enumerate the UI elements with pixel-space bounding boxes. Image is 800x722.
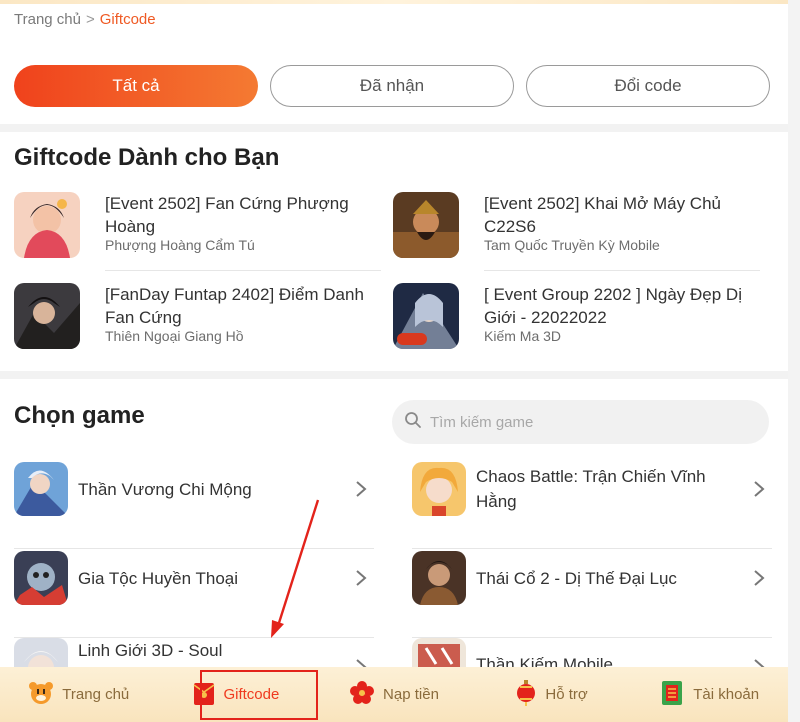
chevron-right-icon: [746, 654, 772, 667]
nav-giftcode-label: Giftcode: [223, 686, 280, 703]
tab-redeem-code[interactable]: Đổi code: [526, 65, 770, 107]
section-divider: [0, 124, 788, 132]
breadcrumb: Trang chủ > Giftcode: [14, 11, 156, 28]
game-name: Thái Cổ 2 - Dị Thế Đại Lục: [476, 568, 677, 588]
account-card-icon: [659, 680, 685, 710]
game-thumb-than-kiem: [412, 638, 466, 667]
tab-received[interactable]: Đã nhận: [270, 65, 514, 107]
game-list-item[interactable]: Linh Giới 3D - Soul: [14, 638, 374, 667]
game-thumb-kiem-ma: [393, 283, 459, 349]
giftcode-page: Trang chủ > Giftcode Tất cả Đã nhận Đổi co…: [0, 0, 788, 722]
game-name: Gia Tộc Huyền Thoại: [78, 568, 239, 588]
chevron-right-icon: [746, 476, 772, 502]
giftcode-game-name: Kiếm Ma 3D: [484, 328, 562, 344]
item-divider: [14, 548, 374, 549]
nav-support-label: Hỗ trợ: [545, 686, 588, 703]
flower-icon: [349, 680, 375, 710]
game-thumb-phuong-hoang: [14, 192, 80, 258]
game-name: Thần Vương Chi Mộng: [78, 479, 252, 499]
section-divider: [0, 371, 788, 379]
chevron-right-icon: [348, 565, 374, 591]
giftcode-game-name: Thiên Ngoại Giang Hồ: [105, 328, 244, 344]
item-divider: [105, 270, 381, 271]
tab-all[interactable]: Tất cả: [14, 65, 258, 107]
nav-support[interactable]: Hỗ trợ: [473, 667, 631, 722]
item-divider: [484, 270, 760, 271]
giftcode-item[interactable]: [Event 2502] Fan Cứng Phượng Hoàng Phượn…: [14, 192, 384, 282]
game-list-item[interactable]: Thần Kiếm Mobile: [412, 638, 772, 667]
tiger-icon: [28, 681, 54, 709]
nav-topup-label: Nạp tiền: [383, 686, 439, 703]
item-divider: [412, 548, 772, 549]
game-thumb-tam-quoc: [393, 192, 459, 258]
nav-home-label: Trang chủ: [62, 686, 130, 703]
search-icon: [404, 411, 422, 434]
breadcrumb-home-link[interactable]: Trang chủ: [14, 11, 81, 28]
nav-account[interactable]: Tài khoản: [630, 667, 788, 722]
giftcode-game-name: Tam Quốc Truyền Kỳ Mobile: [484, 237, 660, 253]
giftcode-game-name: Phượng Hoàng Cẩm Tú: [105, 237, 255, 253]
game-thumb-thai-co: [412, 551, 466, 605]
giftcode-tabs: Tất cả Đã nhận Đổi code: [14, 65, 770, 107]
giftcode-item[interactable]: [FanDay Funtap 2402] Điểm Danh Fan Cứng …: [14, 283, 384, 373]
breadcrumb-separator: >: [85, 11, 95, 28]
giftcode-section-title: Giftcode Dành cho Bạn: [14, 144, 280, 171]
game-thumb-than-vuong: [14, 462, 68, 516]
nav-account-label: Tài khoản: [693, 686, 760, 703]
game-thumb-chaos-battle: [412, 462, 466, 516]
giftcode-title: [ Event Group 2202 ] Ngày Đẹp Dị Giới - …: [484, 285, 742, 327]
giftcode-title: [Event 2502] Khai Mở Máy Chủ C22S6: [484, 194, 721, 236]
game-name: Chaos Battle: Trận Chiến Vĩnh Hằng: [476, 467, 706, 511]
lantern-icon: [515, 679, 537, 710]
red-envelope-icon: [193, 680, 215, 710]
game-name: Thần Kiếm Mobile: [476, 655, 614, 667]
nav-home[interactable]: Trang chủ: [0, 667, 158, 722]
game-list-item[interactable]: Gia Tộc Huyền Thoại: [14, 551, 374, 638]
giftcode-item[interactable]: [ Event Group 2202 ] Ngày Đẹp Dị Giới - …: [393, 283, 763, 373]
game-thumb-thien-ngoai: [14, 283, 80, 349]
giftcode-title: [FanDay Funtap 2402] Điểm Danh Fan Cứng: [105, 285, 364, 327]
chevron-right-icon: [746, 565, 772, 591]
chevron-right-icon: [348, 654, 374, 667]
scrollbar-track[interactable]: [788, 0, 800, 722]
nav-topup[interactable]: Nạp tiền: [315, 667, 473, 722]
giftcode-title: [Event 2502] Fan Cứng Phượng Hoàng: [105, 194, 349, 236]
giftcode-item[interactable]: [Event 2502] Khai Mở Máy Chủ C22S6 Tam Q…: [393, 192, 763, 282]
game-search-input[interactable]: [430, 413, 750, 431]
breadcrumb-current: Giftcode: [99, 11, 156, 28]
game-section-title: Chọn game: [14, 402, 145, 429]
chevron-right-icon: [348, 476, 374, 502]
nav-giftcode[interactable]: Giftcode: [158, 667, 318, 722]
game-search-box[interactable]: [392, 400, 769, 444]
game-list-item[interactable]: Thái Cổ 2 - Dị Thế Đại Lục: [412, 551, 772, 638]
game-name: Linh Giới 3D - Soul: [78, 641, 223, 660]
game-list-item[interactable]: Thần Vương Chi Mộng: [14, 462, 374, 549]
bottom-nav: Trang chủ Giftcode Nạp tiền Hỗ trợ Tài k…: [0, 667, 788, 722]
game-list-item[interactable]: Chaos Battle: Trận Chiến Vĩnh Hằng: [412, 462, 772, 549]
game-thumb-linh-gioi: [14, 638, 68, 667]
game-thumb-gia-toc: [14, 551, 68, 605]
top-decoration: [0, 0, 788, 4]
